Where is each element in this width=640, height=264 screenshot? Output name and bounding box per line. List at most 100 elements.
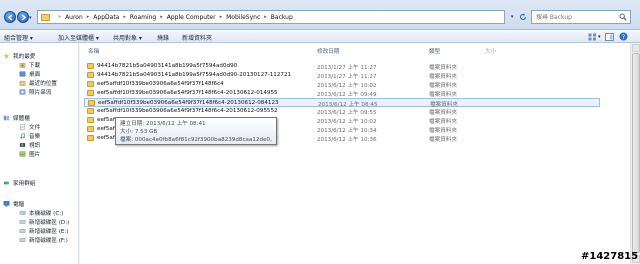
view-options-chevron-icon[interactable]: ▾	[598, 34, 601, 40]
nav-item-drive-c[interactable]: 本機磁碟 (C:)	[19, 209, 63, 217]
file-type: 檔案資料夾	[429, 119, 457, 125]
folder-icon	[88, 100, 95, 106]
list-item-selected[interactable]: eef5affdf10f339be03906a6e54f9f37f148f6c4…	[84, 98, 600, 108]
nav-homegroup[interactable]: 家用群組	[3, 179, 35, 187]
address-field[interactable]: » Auron ▸ AppData ▸ Roaming ▸ Apple Comp…	[37, 10, 505, 24]
breadcrumb-item[interactable]: MobileSync	[226, 14, 260, 21]
nav-item-music[interactable]: 音樂	[19, 132, 40, 140]
preview-pane-icon[interactable]	[604, 32, 614, 41]
nav-item-recent-places[interactable]: 最近的位置	[19, 79, 57, 87]
file-name: eef5affdf10f339be03906a6e54f9f37f148f6c4	[97, 81, 224, 87]
folder-icon	[87, 63, 94, 69]
file-type: 檔案資料夾	[429, 137, 457, 143]
nav-item-label: 新增磁碟區 (F:)	[29, 238, 68, 244]
address-tools: ▾	[508, 10, 530, 24]
burn-button[interactable]: 燒錄	[157, 33, 169, 42]
column-header-size[interactable]: 大小	[485, 47, 496, 55]
folder-icon	[87, 72, 94, 78]
file-type: 檔案資料夾	[429, 83, 457, 89]
breadcrumb-chevron-icon[interactable]: ▸	[220, 14, 223, 20]
address-dropdown-chevron-icon[interactable]: ▾	[511, 14, 514, 20]
view-options: ▾ ?	[588, 32, 628, 41]
nav-item-photo-stream[interactable]: 照片串流	[19, 88, 51, 96]
change-view-icon[interactable]	[588, 33, 597, 41]
back-arrow-icon	[7, 14, 13, 21]
file-date: 2013/6/12 上午 10:34	[317, 128, 377, 134]
share-with-menu-button[interactable]: 共用對象 ▾	[113, 33, 142, 42]
nav-item-label: 視訊	[29, 143, 41, 149]
search-icon[interactable]	[619, 13, 627, 21]
file-name: eef5affdf10f339be03906a6e54f9f37f148f6c4…	[98, 100, 279, 106]
folder-icon	[41, 13, 50, 21]
breadcrumb-chevron-icon[interactable]: »	[58, 14, 61, 20]
folder-icon	[87, 135, 94, 141]
help-icon[interactable]: ?	[619, 32, 628, 41]
nav-homegroup-label: 家用群組	[13, 181, 36, 187]
photo-stream-icon	[19, 89, 26, 95]
nav-favorites[interactable]: 我的最愛	[3, 52, 35, 60]
file-name: 94414b7821b5a04903141a8b199a5f7594ad0d90…	[97, 72, 292, 78]
list-item[interactable]: eef5affdf10f339be03906a6e54f9f37f148f6c4…	[84, 80, 600, 89]
pictures-icon	[19, 151, 26, 157]
nav-item-videos[interactable]: 視訊	[19, 141, 40, 149]
column-header-type[interactable]: 類型	[429, 47, 440, 55]
nav-item-documents[interactable]: 文件	[19, 123, 40, 131]
vertical-scrollbar[interactable]	[630, 43, 640, 264]
column-header-date-modified[interactable]: 修改日期	[317, 47, 339, 55]
nav-favorites-label: 我的最愛	[13, 54, 36, 60]
breadcrumb-chevron-icon[interactable]: ▸	[123, 14, 126, 20]
downloads-icon	[19, 62, 26, 68]
libraries-icon	[3, 115, 10, 121]
nav-item-label: 照片串流	[29, 90, 52, 96]
refresh-icon[interactable]	[519, 13, 527, 21]
nav-item-desktop[interactable]: 桌面	[19, 70, 40, 78]
breadcrumb-item[interactable]: Apple Computer	[167, 14, 216, 21]
file-date: 2013/6/12 上午 10:02	[317, 83, 377, 89]
homegroup-icon	[3, 181, 10, 185]
breadcrumb-chevron-icon[interactable]: ▸	[264, 14, 267, 20]
nav-libraries[interactable]: 媒體櫃	[3, 114, 30, 122]
organize-menu-button[interactable]: 組合管理 ▾	[4, 33, 33, 42]
folder-icon	[87, 90, 94, 96]
search-input[interactable]	[536, 13, 620, 21]
back-button[interactable]	[4, 11, 16, 23]
breadcrumb-item[interactable]: AppData	[93, 14, 119, 21]
list-item[interactable]: eef5affdf10f339be03906a6e54f9f37f148f6c4…	[84, 89, 600, 98]
nav-computer[interactable]: 電腦	[3, 200, 24, 208]
breadcrumb-chevron-icon[interactable]: ▸	[87, 14, 90, 20]
folder-icon	[87, 117, 94, 123]
nav-item-drive-d[interactable]: 新增磁碟區 (D:)	[19, 218, 69, 226]
nav-item-pictures[interactable]: 圖片	[19, 150, 40, 158]
recent-places-icon	[19, 80, 26, 86]
nav-item-downloads[interactable]: 下載	[19, 61, 40, 69]
scroll-up-arrow-icon[interactable]	[632, 44, 640, 52]
forward-button[interactable]	[17, 11, 29, 23]
file-date: 2013/6/12 上午 09:49	[317, 92, 377, 98]
pane-splitter[interactable]	[78, 43, 80, 264]
nav-item-label: 下載	[29, 63, 41, 69]
scrollbar-thumb[interactable]	[632, 53, 640, 253]
forward-arrow-icon	[21, 14, 27, 21]
address-toolbar: ▾ » Auron ▸ AppData ▸ Roaming ▸ Apple Co…	[0, 0, 640, 30]
new-folder-button[interactable]: 新增資料夾	[182, 33, 212, 42]
breadcrumb-item[interactable]: Roaming	[130, 14, 156, 21]
list-item[interactable]: 94414b7821b5a04903141a8b199a5f7594ad0d90…	[84, 62, 600, 71]
file-date: 2013/1/27 上午 11:27	[317, 74, 377, 80]
add-to-library-menu-button[interactable]: 加入至媒體櫃 ▾	[58, 33, 99, 42]
nav-item-drive-f[interactable]: 新增磁碟區 (F:)	[19, 236, 68, 244]
breadcrumb-item[interactable]: Backup	[271, 14, 293, 21]
list-item[interactable]: eef5affdf10f339be03906a6e54f9f37f148f6c4…	[84, 107, 600, 116]
nav-item-drive-e[interactable]: 新增磁碟區 (E:)	[19, 227, 69, 235]
drive-icon	[19, 220, 26, 224]
nav-item-label: 新增磁碟區 (E:)	[29, 229, 69, 235]
folder-info-tooltip: 建立日期: 2013/6/12 上午 08:41 大小: 7.53 GB 檔案:…	[115, 117, 277, 145]
breadcrumb-chevron-icon[interactable]: ▸	[160, 14, 163, 20]
file-date: 2013/6/12 上午 10:02	[317, 119, 377, 125]
recent-pages-chevron-icon[interactable]: ▾	[29, 15, 32, 21]
search-field[interactable]	[531, 10, 631, 24]
list-item[interactable]: 94414b7821b5a04903141a8b199a5f7594ad0d90…	[84, 71, 600, 80]
breadcrumb-item[interactable]: Auron	[65, 14, 83, 21]
file-date: 2013/1/27 上午 11:27	[317, 65, 377, 71]
svg-text:?: ?	[621, 34, 624, 41]
column-header-name[interactable]: 名稱	[88, 47, 99, 55]
